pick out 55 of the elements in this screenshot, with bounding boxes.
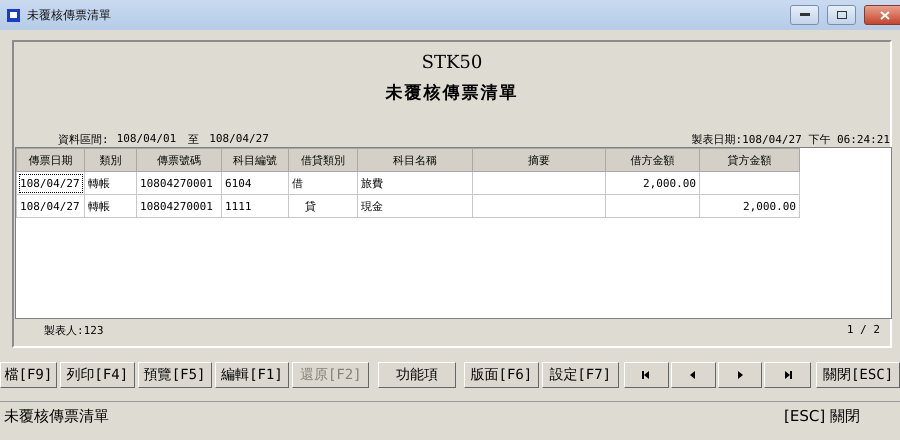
column-header[interactable]: 貸方金額 [700,148,800,172]
toolbar-button[interactable]: 預覽[F5] [138,362,212,388]
column-header[interactable]: 傳票號碼 [136,148,222,172]
range-label: 資料區間: [58,132,109,147]
range-separator: 至 [188,132,200,147]
status-text: 未覆核傳票清單 [4,406,109,426]
toolbar-button[interactable]: 版面[F6] [464,362,539,388]
column-header[interactable]: 科目名稱 [358,148,472,172]
close-button[interactable] [864,5,900,25]
table-cell: 轉帳 [84,194,136,218]
table-cell: 2,000.00 [606,172,700,194]
minimize-button[interactable] [790,5,819,25]
table-cell: 108/04/27 [16,194,84,218]
skip-start-icon [641,370,652,380]
toolbar-button[interactable]: 設定[F7] [542,362,619,388]
status-hint: [ESC] 關閉 [784,406,860,426]
page-indicator: 1 / 2 [846,323,880,338]
table-cell: 現金 [358,194,472,218]
toolbar-button[interactable]: 關閉[ESC] [816,362,900,388]
maximize-icon [836,11,846,19]
column-header[interactable]: 類別 [84,148,136,172]
report-code: STK50 [420,52,484,73]
table-cell: 2,000.00 [700,194,800,218]
table-cell: 轉帳 [84,172,136,194]
app-icon [6,8,21,22]
minimize-icon [800,13,810,17]
table-cell: 貸 [288,194,358,218]
table-cell: 1111 [222,194,288,218]
column-header[interactable]: 摘要 [472,148,606,172]
nav-button[interactable] [764,362,812,388]
toolbar-button[interactable]: 檔[F9] [0,362,57,388]
table-cell: 10804270001 [136,194,222,218]
toolbar-button[interactable]: 功能項 [378,362,456,388]
table-cell: 10804270001 [136,172,222,194]
column-header[interactable]: 借方金額 [606,148,700,172]
table-cell: 6104 [222,172,288,194]
column-header[interactable]: 借貸類別 [288,148,358,172]
column-header[interactable]: 科目編號 [222,148,288,172]
skip-end-icon [782,370,793,380]
close-icon [880,10,890,20]
column-header[interactable]: 傳票日期 [16,148,84,172]
nav-button[interactable] [624,362,668,388]
range-to: 108/04/27 [209,132,269,147]
toolbar-button[interactable]: 列印[F4] [60,362,135,388]
table-cell: 108/04/27 [16,172,84,194]
table-cell: 旅費 [358,172,472,194]
report-title: 未覆核傳票清單 [384,82,520,104]
print-date: 製表日期:108/04/27 下午 06:24:21 [692,132,890,147]
table-cell: 借 [288,172,358,194]
maximize-button[interactable] [827,5,856,25]
window-title: 未覆核傳票清單 [27,6,112,24]
report-maker: 製表人:123 [44,323,104,338]
triangle-right-icon [735,370,746,380]
range-from: 108/04/01 [116,132,176,147]
toolbar-button[interactable]: 編輯[F1] [214,362,290,388]
